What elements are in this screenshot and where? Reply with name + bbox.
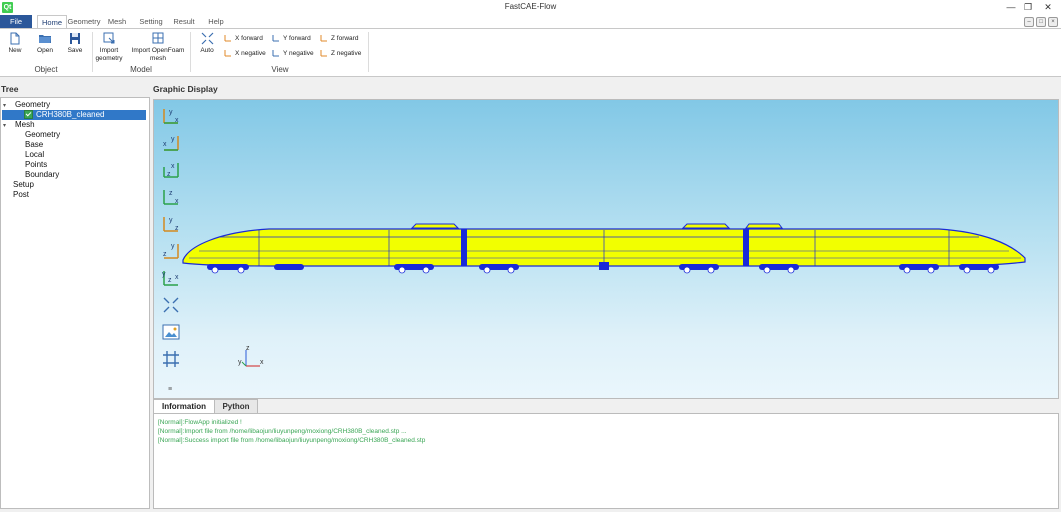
open-label: Open (37, 47, 53, 54)
toolbar-more-icon[interactable]: ≡ (168, 386, 172, 393)
import-geometry-icon (103, 32, 114, 44)
tab-setting[interactable]: Setting (137, 15, 165, 28)
log-line: [Normal]:Import file from /home/libaojun… (158, 428, 407, 435)
import-mesh-icon (152, 32, 163, 44)
auto-label: Auto (200, 47, 214, 54)
tab-file[interactable]: File (0, 15, 32, 28)
tab-geometry[interactable]: Geometry (67, 15, 101, 28)
tab-information[interactable]: Information (153, 399, 215, 414)
tree-node-mesh-geometry[interactable]: Geometry (25, 130, 60, 140)
mdi-restore-icon[interactable]: □ (1036, 17, 1046, 27)
fit-view-icon (201, 32, 213, 45)
minimize-icon[interactable]: — (1004, 1, 1018, 14)
view-zx-icon[interactable]: xz (160, 159, 182, 181)
tab-home[interactable]: Home (37, 15, 67, 29)
axis-view-icon (272, 50, 279, 57)
svg-text:z: z (163, 251, 167, 258)
folder-icon (39, 35, 51, 43)
tree-node-geometry[interactable]: ▾ Geometry (3, 100, 50, 110)
log-line: [Normal]:Success import file from /home/… (158, 437, 426, 444)
view-yx-icon[interactable]: yx (160, 132, 182, 154)
import-geometry-button[interactable]: Import geometry (93, 32, 125, 63)
axis-label-y: y (238, 359, 242, 366)
svg-text:x: x (163, 141, 167, 148)
tree-node-mesh-base[interactable]: Base (25, 140, 43, 150)
window-title: FastCAE-Flow (504, 2, 557, 11)
svg-text:y: y (171, 136, 175, 143)
open-button[interactable]: Open (33, 32, 57, 55)
z-negative-button[interactable]: Z negative (320, 49, 361, 59)
mdi-minimize-icon[interactable]: – (1024, 17, 1034, 27)
z-forward-button[interactable]: Z forward (320, 34, 358, 44)
axis-label-z: z (246, 345, 250, 352)
svg-text:z: z (167, 171, 171, 178)
import-geometry-label-1: Import (99, 47, 119, 54)
fit-all-icon[interactable] (160, 294, 182, 316)
mdi-close-icon[interactable]: × (1048, 17, 1058, 27)
axis-view-icon (320, 35, 327, 42)
import-geometry-label-2: geometry (95, 55, 123, 62)
restore-icon[interactable]: ❐ (1021, 1, 1035, 14)
svg-text:y: y (171, 243, 175, 250)
new-file-icon (10, 32, 20, 45)
new-button[interactable]: New (4, 32, 26, 55)
axis-view-icon (224, 50, 231, 57)
svg-text:z: z (168, 277, 172, 284)
axis-view-icon (224, 35, 231, 42)
tree-node-post[interactable]: Post (13, 190, 29, 200)
tree-panel: ▾ Geometry CRH380B_cleaned ▾ Mesh Geometry… (0, 97, 150, 509)
tree-node-setup[interactable]: Setup (13, 180, 34, 190)
axis-view-icon (320, 50, 327, 57)
svg-text:x: x (171, 163, 175, 170)
axis-view-icon (272, 35, 279, 42)
svg-text:y: y (169, 109, 173, 116)
auto-fit-button[interactable]: Auto (195, 32, 219, 55)
tree-panel-title: Tree (1, 84, 19, 94)
save-icon (70, 33, 80, 44)
graphic-viewport[interactable]: yx yx xz zx yz yz yzx ≡ z y x (153, 99, 1059, 399)
svg-text:x: x (175, 117, 179, 124)
view-xz-icon[interactable]: zx (160, 186, 182, 208)
tree-node-crh380b-cleaned[interactable]: CRH380B_cleaned (2, 110, 146, 120)
x-negative-button[interactable]: X negative (224, 49, 266, 59)
model-group-label: Model (130, 65, 152, 74)
y-negative-button[interactable]: Y negative (272, 49, 314, 59)
tab-help[interactable]: Help (206, 15, 226, 28)
svg-text:x: x (175, 198, 179, 205)
close-icon[interactable]: ✕ (1041, 1, 1055, 14)
tree-node-mesh[interactable]: ▾ Mesh (3, 120, 35, 130)
svg-text:y: y (162, 271, 166, 278)
tree-node-mesh-local[interactable]: Local (25, 150, 44, 160)
import-openfoam-label-2: mesh (150, 55, 166, 62)
import-openfoam-button[interactable]: Import OpenFoam mesh (128, 32, 188, 63)
save-image-icon[interactable] (160, 321, 182, 343)
tree-node-mesh-boundary[interactable]: Boundary (25, 170, 59, 180)
y-forward-button[interactable]: Y forward (272, 34, 311, 44)
save-label: Save (67, 47, 83, 54)
x-forward-button[interactable]: X forward (224, 34, 263, 44)
ribbon-separator (190, 32, 191, 72)
tab-python[interactable]: Python (214, 399, 258, 414)
expand-arrow-icon[interactable]: ▾ (3, 121, 9, 131)
import-openfoam-label-1: Import OpenFoam (131, 47, 185, 54)
axis-label-x: x (260, 359, 264, 366)
ribbon-separator (368, 32, 369, 72)
grid-toggle-icon[interactable] (160, 348, 182, 370)
tab-mesh[interactable]: Mesh (106, 15, 128, 28)
visibility-checkbox[interactable] (24, 110, 33, 120)
view-xy-icon[interactable]: yx (160, 105, 182, 127)
log-line: [Normal]:FlowApp initialized ! (158, 419, 242, 426)
tree-node-mesh-points[interactable]: Points (25, 160, 47, 170)
save-button[interactable]: Save (63, 32, 87, 55)
train-model (182, 223, 1026, 274)
svg-text:z: z (169, 190, 173, 197)
graphic-display-title: Graphic Display (153, 84, 218, 94)
svg-text:y: y (169, 217, 173, 224)
information-log[interactable]: [Normal]:FlowApp initialized ! [Normal]:… (153, 413, 1059, 509)
object-group-label: Object (34, 65, 58, 74)
view-group-label: View (271, 65, 289, 74)
tab-result[interactable]: Result (172, 15, 196, 28)
orientation-axes-icon (241, 350, 260, 367)
new-label: New (8, 47, 22, 54)
